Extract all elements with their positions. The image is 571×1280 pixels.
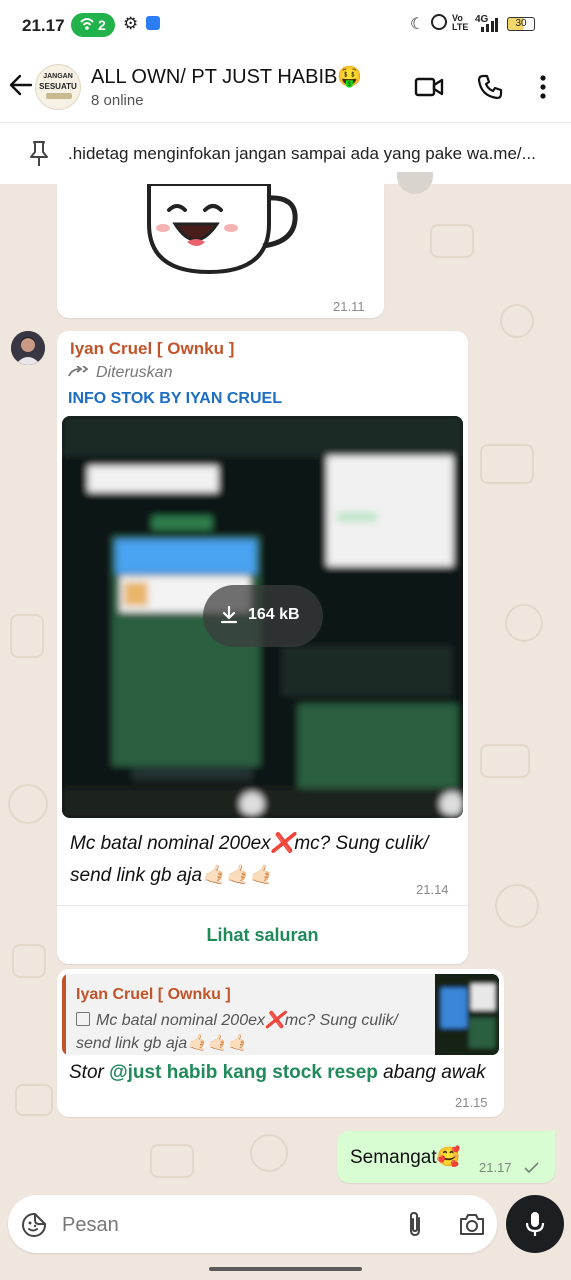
voice-call-icon[interactable] [477, 74, 503, 100]
settings-gear-icon: ⚙ [123, 14, 139, 33]
pinned-message-bar[interactable]: .hidetag menginfokan jangan sampai ada y… [0, 122, 571, 185]
camera-icon[interactable] [458, 1211, 486, 1237]
online-count: 8 online [91, 92, 144, 109]
chat-header: JANGAN SESUATU ALL OWN/ PT JUST HABIB🤑 8… [0, 50, 571, 122]
pinned-message-text: .hidetag menginfokan jangan sampai ada y… [68, 144, 536, 163]
download-icon [220, 606, 238, 624]
quoted-sender: Iyan Cruel [ Ownku ] [76, 986, 231, 1003]
volte-icon: Vo LTE [452, 13, 469, 32]
sent-tick-icon [524, 1162, 539, 1173]
message-caption: Mc batal nominal 200ex❌mc? Sung culik/ s… [70, 833, 429, 886]
quote-accent-bar [62, 974, 66, 1055]
quoted-text: Mc batal nominal 200ex❌mc? Sung culik/ s… [76, 1012, 398, 1052]
group-avatar[interactable]: JANGAN SESUATU [35, 64, 81, 110]
message-time: 21.14 [416, 882, 449, 897]
forward-icon [68, 366, 88, 377]
attach-icon[interactable] [405, 1210, 425, 1238]
blurred-image[interactable]: 164 kB [62, 416, 463, 818]
battery-icon: 30 [507, 17, 535, 31]
forwarded-message[interactable]: Iyan Cruel [ Ownku ] Diteruskan INFO STO… [57, 331, 468, 964]
quoted-message[interactable]: Iyan Cruel [ Ownku ] Mc batal nominal 20… [62, 974, 499, 1055]
forwarded-label: Diteruskan [96, 364, 173, 381]
message-time: 21.11 [333, 299, 365, 314]
message-composer [8, 1195, 497, 1253]
alarm-icon [431, 14, 447, 30]
quoted-thumbnail [435, 974, 499, 1055]
download-button[interactable]: 164 kB [203, 585, 323, 647]
sender-name[interactable]: Iyan Cruel [ Ownku ] [70, 339, 234, 359]
pin-icon [30, 141, 48, 166]
video-call-icon[interactable] [414, 75, 444, 99]
sticker-message[interactable]: 21.11 [57, 184, 384, 318]
microphone-icon [525, 1212, 545, 1236]
mention-link[interactable]: @just habib kang stock resep [109, 1062, 378, 1083]
chat-title[interactable]: ALL OWN/ PT JUST HABIB🤑 [91, 64, 362, 89]
avatar-image [11, 331, 45, 365]
hotspot-indicator: 2 [71, 13, 115, 37]
hotspot-count: 2 [98, 17, 106, 33]
do-not-disturb-icon: ☾ [410, 16, 425, 33]
reply-text: Stor @just habib kang stock resep abang … [69, 1062, 486, 1083]
status-bar: 21.17 2 ⚙ ☾ Vo LTE 4G 30 [0, 0, 571, 50]
home-indicator[interactable] [209, 1267, 362, 1271]
sender-avatar[interactable] [11, 331, 45, 365]
signal-icon [481, 18, 498, 32]
file-size: 164 kB [248, 606, 300, 623]
image-icon [76, 1012, 90, 1026]
cloud-icon [146, 16, 160, 30]
more-options-icon[interactable] [533, 74, 553, 100]
outgoing-message[interactable]: Semangat🥰 21.17 [337, 1131, 555, 1183]
status-time: 21.17 [22, 16, 65, 35]
message-time: 21.15 [455, 1095, 488, 1110]
voice-message-button[interactable] [506, 1195, 564, 1253]
message-input[interactable] [60, 1209, 344, 1241]
reply-message[interactable]: Iyan Cruel [ Ownku ] Mc batal nominal 20… [57, 969, 504, 1117]
channel-name[interactable]: INFO STOK BY IYAN CRUEL [68, 390, 282, 408]
back-arrow-icon[interactable] [8, 72, 34, 98]
sticker-emoji-icon[interactable] [21, 1212, 47, 1238]
view-channel-button[interactable]: Lihat saluran [57, 906, 468, 964]
message-time: 21.17 [479, 1160, 512, 1175]
coffee-cup-sticker[interactable] [145, 184, 305, 274]
outgoing-text: Semangat🥰 [350, 1147, 461, 1168]
hotspot-icon [80, 18, 94, 30]
